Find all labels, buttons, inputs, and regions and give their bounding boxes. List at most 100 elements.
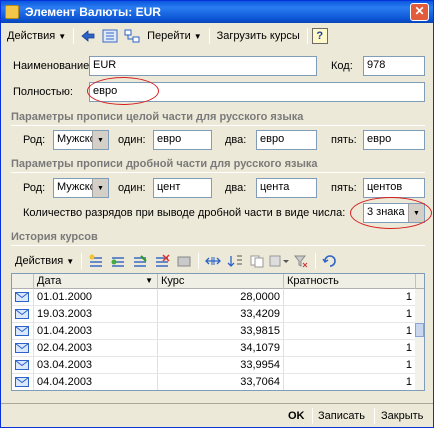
full-name-label: Полностью:: [13, 86, 73, 98]
clear-filter-icon[interactable]: [291, 252, 311, 270]
hierarchy-icon[interactable]: [122, 27, 142, 45]
toolbar-separator: [306, 28, 308, 44]
app-icon: [5, 5, 19, 19]
goto-label: Перейти: [147, 30, 191, 42]
date-column-header[interactable]: Дата ▼: [34, 274, 158, 289]
caret-down-icon: ▼: [58, 31, 67, 41]
multiplicity-cell: 1: [284, 357, 416, 374]
section-divider: [11, 125, 425, 126]
rate-cell: 34,1079: [158, 340, 284, 357]
rate-column-header[interactable]: Курс: [158, 274, 284, 289]
dropdown-arrow-icon[interactable]: ▼: [92, 179, 108, 197]
date-column-label: Дата: [37, 275, 62, 287]
dropdown-arrow-icon[interactable]: ▼: [408, 204, 424, 222]
frac-gender-select[interactable]: Мужской ▼: [53, 178, 109, 198]
actions-label: Действия: [7, 30, 56, 42]
copy-row-icon[interactable]: [108, 252, 128, 270]
multiplicity-column-header[interactable]: Кратность: [284, 274, 416, 289]
actions-menu-button[interactable]: Действия ▼: [3, 26, 70, 46]
row-marker-cell: [12, 323, 34, 340]
date-cell: 19.03.2003: [34, 306, 158, 323]
toolbar-separator: [208, 28, 210, 44]
table-row[interactable]: 01.01.2000 28,0000 1: [12, 289, 416, 306]
toolbar-separator: [198, 253, 200, 269]
multiplicity-cell: 1: [284, 340, 416, 357]
save-button[interactable]: Записать: [318, 406, 365, 426]
help-icon[interactable]: ?: [311, 28, 328, 44]
rate-cell: 28,0000: [158, 289, 284, 306]
close-window-button[interactable]: ✕: [410, 3, 429, 21]
help-label: ?: [316, 30, 324, 42]
dropdown-arrow-icon[interactable]: ▼: [92, 131, 108, 149]
delete-row-icon[interactable]: [152, 252, 172, 270]
history-toolbar: Действия ▼: [11, 251, 425, 271]
table-row[interactable]: 02.04.2003 34,1079 1: [12, 340, 416, 357]
envelope-icon: [15, 360, 29, 370]
frac-one-label: один:: [118, 182, 146, 194]
fraction-digits-select[interactable]: 3 знака ▼: [363, 203, 425, 223]
code-label: Код:: [331, 60, 353, 72]
copy-icon[interactable]: [247, 252, 267, 270]
filter-dropdown-icon[interactable]: [269, 252, 290, 270]
rate-cell: 33,9954: [158, 357, 284, 374]
whole-one-field[interactable]: евро: [153, 130, 212, 150]
edit-row-icon[interactable]: [130, 252, 150, 270]
frac-five-field[interactable]: центов: [363, 178, 425, 198]
table-row[interactable]: 03.04.2003 33,9954 1: [12, 357, 416, 374]
add-row-icon[interactable]: [86, 252, 106, 270]
ok-button[interactable]: OK: [288, 406, 305, 426]
caret-down-icon: ▼: [193, 31, 202, 41]
frac-five-label: пять:: [331, 182, 357, 194]
date-cell: 04.04.2003: [34, 374, 158, 390]
toolbar-separator: [73, 28, 75, 44]
frac-one-field[interactable]: цент: [153, 178, 212, 198]
full-name-field[interactable]: евро: [89, 82, 425, 102]
bottom-button-bar: OK Записать Закрыть: [1, 403, 433, 427]
rate-cell: 33,7064: [158, 374, 284, 390]
envelope-icon: [15, 292, 29, 302]
frac-two-label: два:: [225, 182, 247, 194]
section-divider: [11, 172, 425, 173]
row-marker-cell: [12, 357, 34, 374]
end-edit-icon[interactable]: [174, 252, 194, 270]
table-row[interactable]: 01.04.2003 33,9815 1: [12, 323, 416, 340]
back-arrow-icon[interactable]: [78, 27, 98, 45]
whole-gender-select[interactable]: Мужской ▼: [53, 130, 109, 150]
multiplicity-cell: 1: [284, 323, 416, 340]
title-bar[interactable]: Элемент Валюты: EUR ✕: [1, 1, 433, 23]
toolbar-separator: [374, 408, 375, 424]
main-toolbar: Действия ▼ Перейти ▼ Загрузить курсы ?: [3, 25, 431, 47]
sort-icon[interactable]: [225, 252, 245, 270]
whole-five-field[interactable]: евро: [363, 130, 425, 150]
name-label: Наименование:: [13, 60, 93, 72]
table-row[interactable]: 19.03.2003 33,4209 1: [12, 306, 416, 323]
caret-down-icon: ▼: [66, 256, 75, 266]
interval-icon[interactable]: [203, 252, 223, 270]
fraction-part-section-title: Параметры прописи дробной части для русс…: [11, 158, 318, 170]
history-actions-menu-button[interactable]: Действия ▼: [11, 251, 78, 271]
vertical-scrollbar[interactable]: [415, 289, 424, 390]
frac-gender-label: Род:: [23, 182, 46, 194]
section-divider: [11, 245, 425, 246]
row-marker-cell: [12, 374, 34, 390]
whole-two-field[interactable]: евро: [256, 130, 317, 150]
whole-gender-label: Род:: [23, 134, 46, 146]
row-marker-cell: [12, 340, 34, 357]
window-title: Элемент Валюты: EUR: [25, 5, 161, 19]
scrollbar-thumb[interactable]: [415, 323, 424, 337]
goto-menu-button[interactable]: Перейти ▼: [143, 26, 206, 46]
structure-icon[interactable]: [100, 27, 120, 45]
code-field[interactable]: 978: [363, 56, 425, 76]
frac-two-field[interactable]: цента: [256, 178, 317, 198]
rate-cell: 33,4209: [158, 306, 284, 323]
rate-history-section-title: История курсов: [11, 231, 98, 243]
fraction-digits-label: Количество разрядов при выводе дробной ч…: [23, 207, 346, 219]
envelope-icon: [15, 309, 29, 319]
name-field[interactable]: EUR: [89, 56, 317, 76]
load-rates-button[interactable]: Загрузить курсы: [213, 26, 304, 46]
rate-history-table[interactable]: Дата ▼ Курс Кратность 01.01.2000 28,0000 1…: [11, 273, 425, 391]
refresh-icon[interactable]: [320, 252, 340, 270]
table-row[interactable]: 04.04.2003 33,7064 1: [12, 374, 416, 390]
close-button[interactable]: Закрыть: [381, 406, 423, 426]
whole-part-section-title: Параметры прописи целой части для русско…: [11, 111, 304, 123]
